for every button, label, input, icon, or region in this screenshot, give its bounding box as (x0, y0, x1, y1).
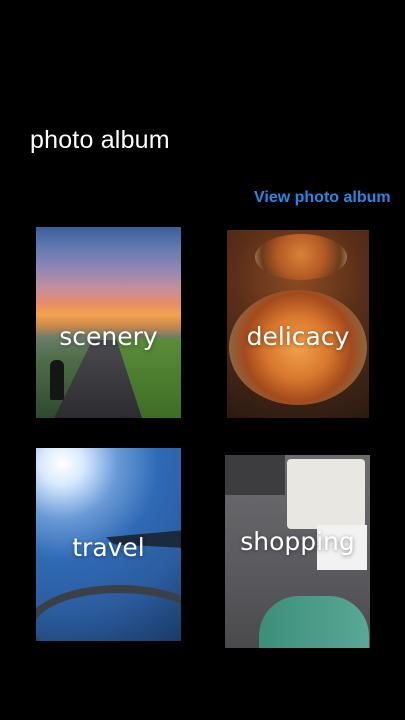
view-photo-album-link[interactable]: View photo album (254, 189, 391, 207)
page-title: photo album (30, 126, 170, 154)
travel-window-rim (36, 585, 181, 641)
shopping-legs-shape (259, 596, 369, 648)
album-label-delicacy: delicacy (246, 322, 350, 351)
album-label-travel: travel (72, 533, 145, 562)
album-card-delicacy[interactable]: delicacy (227, 230, 369, 418)
shopping-bag-shape (287, 459, 365, 529)
album-card-shopping[interactable]: shopping (225, 455, 370, 648)
album-card-scenery[interactable]: scenery (36, 227, 181, 418)
album-label-shopping: shopping (240, 527, 355, 556)
scenery-cyclist-shape (50, 360, 64, 400)
album-card-travel[interactable]: travel (36, 448, 181, 641)
album-label-scenery: scenery (59, 322, 158, 351)
delicacy-bowl-top (255, 234, 347, 280)
album-screen: photo album View photo album scenery del… (0, 0, 405, 720)
shopping-person-shape (225, 455, 285, 495)
